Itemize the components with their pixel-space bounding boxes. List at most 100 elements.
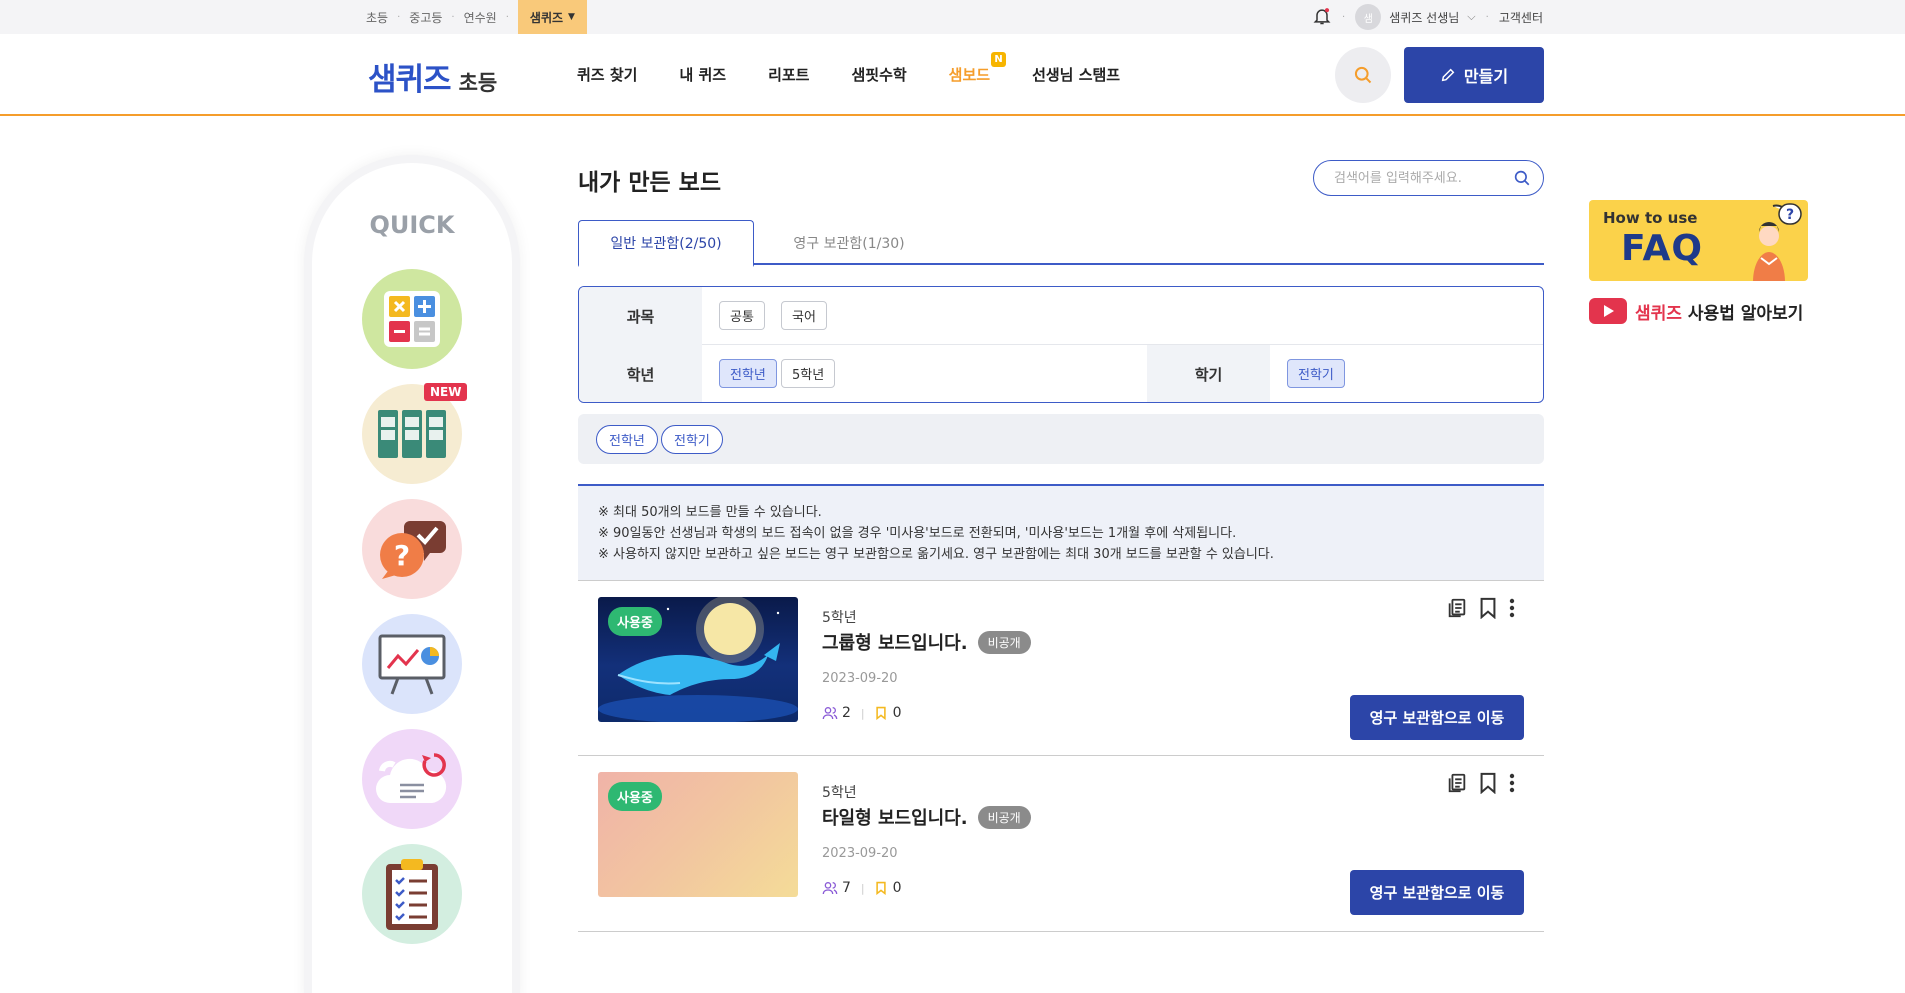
user-area: · 샘 샘퀴즈 선생님 ⌵ · 고객센터 bbox=[1312, 0, 1543, 34]
caret-down-icon: ▼ bbox=[568, 12, 575, 22]
bookmark-icon[interactable] bbox=[1478, 597, 1498, 619]
chip-semester-all[interactable]: 전학기 bbox=[1287, 359, 1345, 388]
visibility-badge: 비공개 bbox=[977, 630, 1031, 654]
card-grade: 5학년 bbox=[822, 610, 857, 626]
site-link-samquiz[interactable]: 샘퀴즈 ▼ bbox=[517, 0, 587, 34]
faq-banner[interactable]: How to use FAQ ? bbox=[1589, 200, 1808, 281]
board-search bbox=[1313, 160, 1544, 196]
quick-quiz[interactable]: ? bbox=[362, 499, 462, 599]
new-badge: NEW bbox=[424, 383, 468, 401]
member-count: 7 bbox=[842, 880, 851, 896]
notice-box: ※ 최대 50개의 보드를 만들 수 있습니다. ※ 90일동안 선생님과 학생… bbox=[578, 484, 1544, 580]
move-to-permanent-button[interactable]: 영구 보관함으로 이동 bbox=[1350, 870, 1524, 915]
chip-subject-common[interactable]: 공통 bbox=[719, 301, 765, 330]
logo[interactable]: 샘퀴즈 초등 bbox=[368, 54, 497, 99]
filter-row-grade: 학년 전학년 5학년 학기 전학기 bbox=[579, 345, 1543, 402]
filter-label-semester: 학기 bbox=[1147, 345, 1270, 402]
board-card[interactable]: 사용중 5학년 그룹형 보드입니다. 비공개 2023-09-20 2 | 0 … bbox=[578, 580, 1544, 756]
move-to-permanent-button[interactable]: 영구 보관함으로 이동 bbox=[1350, 695, 1524, 740]
chip-grade-all[interactable]: 전학년 bbox=[719, 359, 777, 388]
card-date: 2023-09-20 bbox=[822, 671, 898, 686]
members-icon bbox=[822, 882, 838, 895]
board-icon bbox=[378, 410, 446, 458]
logo-sub: 초등 bbox=[458, 71, 498, 95]
bell-icon[interactable] bbox=[1312, 6, 1332, 29]
nav-report[interactable]: 리포트 bbox=[768, 64, 809, 85]
filter-panel: 과목 공통 국어 학년 전학년 5학년 학기 전학기 bbox=[578, 286, 1544, 403]
header-search-button[interactable] bbox=[1335, 47, 1391, 103]
board-thumbnail[interactable]: 사용중 bbox=[598, 772, 798, 897]
search-icon bbox=[1354, 66, 1372, 84]
bookmark-count: 0 bbox=[892, 880, 902, 896]
card-title-row: 타일형 보드입니다. 비공개 bbox=[822, 804, 1031, 830]
copy-icon[interactable] bbox=[1446, 597, 1468, 619]
card-title[interactable]: 그룹형 보드입니다. bbox=[822, 629, 968, 655]
nav-find-quiz[interactable]: 퀴즈 찾기 bbox=[577, 64, 637, 85]
search-input[interactable] bbox=[1334, 170, 1504, 186]
board-card[interactable]: 사용중 5학년 타일형 보드입니다. 비공개 2023-09-20 7 | 0 … bbox=[578, 756, 1544, 932]
chevron-down-icon[interactable]: ⌵ bbox=[1467, 10, 1475, 24]
visibility-badge: 비공개 bbox=[977, 805, 1031, 829]
user-name[interactable]: 샘퀴즈 선생님 bbox=[1389, 9, 1459, 26]
tab-general-storage[interactable]: 일반 보관함(2/50) bbox=[578, 220, 754, 267]
youtube-guide-link[interactable]: 샘퀴즈 사용법 알아보기 bbox=[1589, 298, 1803, 324]
bookmark-icon[interactable] bbox=[1478, 772, 1498, 794]
chip-subject-korean[interactable]: 국어 bbox=[781, 301, 827, 330]
quick-checklist[interactable] bbox=[362, 844, 462, 944]
youtube-brand-text: 샘퀴즈 bbox=[1635, 303, 1682, 324]
cloud-sync-icon bbox=[376, 753, 447, 803]
more-options-icon[interactable] bbox=[1508, 597, 1516, 619]
site-link-training[interactable]: 연수원 bbox=[464, 9, 497, 26]
quick-menu: QUICK ? bbox=[312, 163, 512, 993]
search-icon[interactable] bbox=[1513, 169, 1531, 187]
new-badge: N bbox=[991, 52, 1007, 67]
site-link-elementary[interactable]: 초등 bbox=[366, 9, 388, 26]
card-stats: 2 | 0 bbox=[822, 705, 902, 721]
card-grade: 5학년 bbox=[822, 785, 857, 801]
storage-tabs: 일반 보관함(2/50) 영구 보관함(1/30) bbox=[578, 220, 1544, 267]
utility-bar: 초등 · 중고등 · 연수원 · 샘퀴즈 ▼ · 샘 샘퀴즈 선생님 ⌵ · 고객… bbox=[0, 0, 1905, 34]
nav-board[interactable]: 샘보드 N bbox=[949, 52, 1007, 85]
member-count: 2 bbox=[842, 705, 851, 721]
board-thumbnail[interactable]: 사용중 bbox=[598, 597, 798, 722]
nav-my-quiz[interactable]: 내 퀴즈 bbox=[679, 64, 726, 85]
filter-label-grade: 학년 bbox=[579, 345, 702, 402]
quick-cloud-sync[interactable] bbox=[362, 729, 462, 829]
card-title-row: 그룹형 보드입니다. 비공개 bbox=[822, 629, 1031, 655]
notice-line: ※ 90일동안 선생님과 학생의 보드 접속이 없을 경우 '미사용'보드로 전… bbox=[598, 526, 1237, 541]
quick-report[interactable] bbox=[362, 614, 462, 714]
card-title[interactable]: 타일형 보드입니다. bbox=[822, 804, 968, 830]
avatar[interactable]: 샘 bbox=[1355, 4, 1382, 30]
card-actions bbox=[1446, 597, 1516, 619]
site-link-secondary[interactable]: 중고등 bbox=[409, 9, 442, 26]
clipboard-checklist-icon bbox=[386, 859, 438, 930]
card-date: 2023-09-20 bbox=[822, 846, 898, 861]
quick-calculator[interactable] bbox=[362, 269, 462, 369]
bookmark-count: 0 bbox=[892, 705, 902, 721]
nav-math[interactable]: 샘핏수학 bbox=[851, 64, 906, 85]
main-header: 샘퀴즈 초등 퀴즈 찾기 내 퀴즈 리포트 샘핏수학 샘보드 N 선생님 스탬프 bbox=[0, 34, 1905, 116]
tab-permanent-storage[interactable]: 영구 보관함(1/30) bbox=[754, 220, 944, 265]
notice-line: ※ 사용하지 않지만 보관하고 싶은 보드는 영구 보관함으로 옮기세요. 영구… bbox=[598, 547, 1274, 562]
card-stats: 7 | 0 bbox=[822, 880, 902, 896]
bookmark-small-icon bbox=[875, 881, 886, 895]
more-options-icon[interactable] bbox=[1508, 772, 1516, 794]
selected-tag-semester[interactable]: 전학기 bbox=[661, 425, 723, 454]
question-bubble-icon: ? bbox=[380, 521, 446, 579]
svg-text:?: ? bbox=[394, 539, 410, 572]
faq-big-text: FAQ bbox=[1621, 228, 1703, 269]
filter-row-subject: 과목 공통 국어 bbox=[579, 287, 1543, 345]
nav-stamp[interactable]: 선생님 스탬프 bbox=[1032, 64, 1120, 85]
support-link[interactable]: 고객센터 bbox=[1499, 9, 1543, 26]
quick-title: QUICK bbox=[369, 211, 455, 239]
svg-text:?: ? bbox=[1786, 207, 1794, 223]
create-button[interactable]: 만들기 bbox=[1404, 47, 1544, 103]
logo-brand: 샘퀴즈 bbox=[368, 62, 452, 98]
selected-tag-grade[interactable]: 전학년 bbox=[596, 425, 658, 454]
copy-icon[interactable] bbox=[1446, 772, 1468, 794]
filter-label-subject: 과목 bbox=[579, 287, 702, 345]
card-actions bbox=[1446, 772, 1516, 794]
faq-how-text: How to use bbox=[1603, 209, 1698, 227]
chip-grade-5[interactable]: 5학년 bbox=[781, 359, 836, 388]
members-icon bbox=[822, 707, 838, 720]
